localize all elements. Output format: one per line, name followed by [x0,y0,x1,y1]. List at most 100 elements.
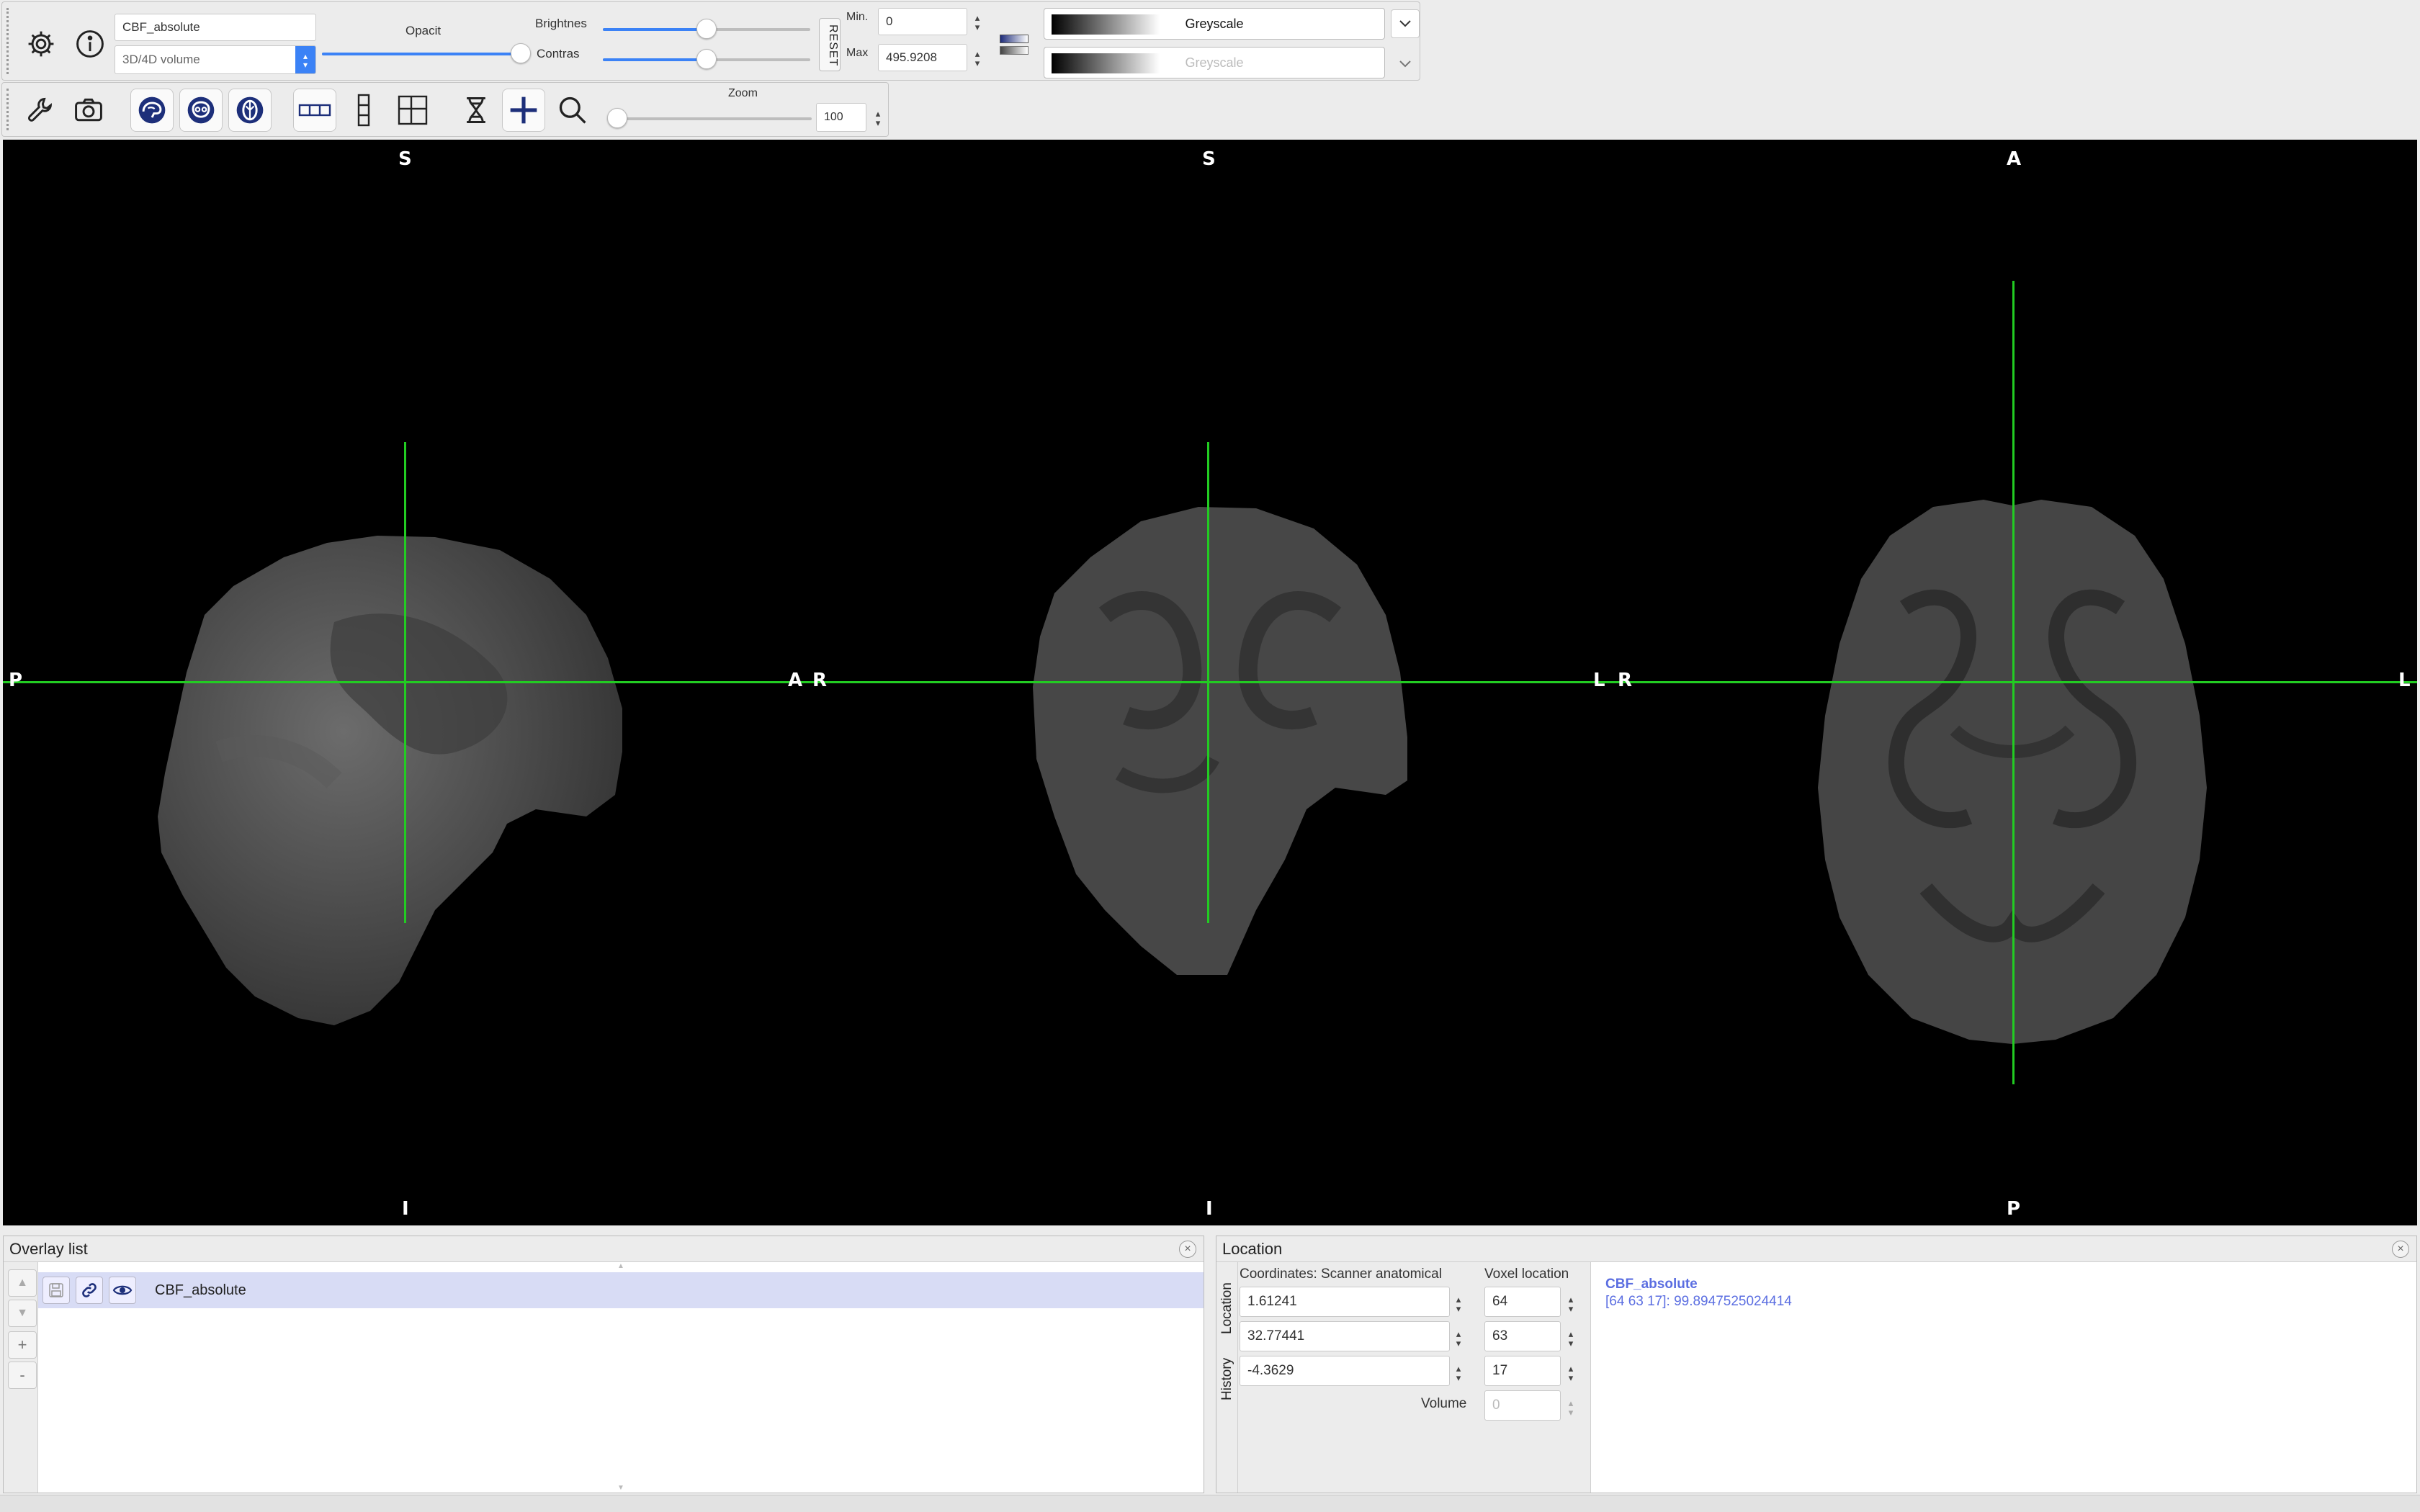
contrast-slider-knob[interactable] [696,49,717,69]
colormap-primary-dropdown[interactable] [1391,9,1420,38]
axial-left-label: R [1618,670,1633,691]
opacity-slider-knob[interactable] [511,43,531,63]
coord-x-stepper[interactable]: ▴ ▾ [1451,1290,1466,1318]
colormap-primary-select[interactable]: Greyscale [1044,8,1385,40]
remove-overlay-button[interactable]: - [8,1362,37,1389]
colormap-secondary-select[interactable]: Greyscale [1044,47,1385,78]
coronal-top-label: S [1202,148,1216,170]
location-tab[interactable]: Location [1219,1282,1235,1334]
zoom-stepper[interactable]: ▴ ▾ [871,104,885,132]
coord-y-text: 32.77441 [1247,1328,1305,1344]
axial-right-label: L [2398,670,2411,691]
zoom-slider[interactable] [607,108,812,128]
volume-type-select[interactable]: 3D/4D volume ▴ ▾ [115,45,316,74]
zoom-slider-knob[interactable] [607,108,627,128]
opacity-label: Opacit [405,24,442,37]
overlay-name-field[interactable]: CBF_absolute [115,14,316,41]
coord-y-field[interactable]: 32.77441 [1240,1321,1450,1351]
info-button[interactable] [68,22,112,66]
info-voxel-value: [64 63 17]: 99.8947525024414 [1605,1294,1792,1309]
ortho-canvas[interactable]: S I P A S I R L A P R L [3,140,2417,1225]
layout-grid-button[interactable] [391,89,434,132]
coord-x-text: 1.61241 [1247,1294,1297,1309]
history-tab[interactable]: History [1219,1358,1235,1400]
toolbar-grip[interactable] [6,89,11,130]
close-icon: × [1184,1243,1191,1255]
visibility-toggle-button[interactable] [109,1277,136,1304]
toggle-cursor-button[interactable] [502,89,545,132]
brightness-label: Brightnes [535,17,587,30]
crosshair-plus-icon [510,96,537,124]
plus-icon: + [17,1336,27,1354]
minus-icon: - [19,1366,25,1384]
opacity-slider-fill [322,53,521,55]
axial-vertical-crosshair [2012,281,2015,1084]
overlay-display-toolbar: CBF_absolute 3D/4D volume ▴ ▾ Opacit Brig… [1,1,1420,81]
location-close-button[interactable]: × [2392,1241,2409,1258]
min-value-stepper[interactable]: ▴ ▾ [970,9,985,35]
layout-horizontal-button[interactable] [293,89,336,132]
eye-icon [112,1285,133,1295]
voxel-y-field[interactable]: 63 [1484,1321,1561,1351]
add-overlay-button[interactable]: + [8,1331,37,1359]
coord-z-stepper[interactable]: ▴ ▾ [1451,1359,1466,1387]
overlay-list-close-button[interactable]: × [1179,1241,1196,1258]
opacity-slider[interactable] [322,43,531,63]
close-icon: × [2397,1243,2404,1255]
toggle-sagittal-button[interactable] [130,89,174,132]
reset-button[interactable]: RESET [819,18,841,71]
coord-z-field[interactable]: -4.3629 [1240,1356,1450,1386]
screenshot-button[interactable] [67,89,110,132]
voxel-x-field[interactable]: 64 [1484,1287,1561,1317]
coord-z-text: -4.3629 [1247,1363,1294,1378]
toggle-axial-button[interactable] [228,89,272,132]
voxel-z-field[interactable]: 17 [1484,1356,1561,1386]
movie-mode-button[interactable] [454,89,498,132]
colormap-toggle-icon-2 [1000,46,1028,55]
settings-button[interactable] [19,22,63,66]
move-down-button[interactable]: ▼ [8,1300,37,1327]
voxel-x-text: 64 [1492,1294,1508,1309]
reset-label: RESET [827,24,839,67]
axial-top-label: A [2007,148,2022,170]
sagittal-top-label: S [398,148,412,170]
voxel-z-stepper[interactable]: ▴ ▾ [1564,1359,1578,1387]
sagittal-brain-slice [158,536,622,1025]
move-up-button[interactable]: ▲ [8,1269,37,1297]
link-overlay-button[interactable] [76,1277,103,1304]
voxel-y-stepper[interactable]: ▴ ▾ [1564,1324,1578,1353]
overlay-list-row[interactable]: CBF_absolute [38,1272,1204,1308]
view-settings-button[interactable] [19,89,63,132]
coronal-right-label: L [1593,670,1605,691]
sagittal-brain-icon [138,96,166,124]
max-value-text: 495.9208 [886,50,937,64]
save-overlay-button[interactable] [42,1277,70,1304]
toggle-coronal-button[interactable] [179,89,223,132]
voxel-x-stepper[interactable]: ▴ ▾ [1564,1290,1578,1318]
sagittal-right-label: A [788,670,803,691]
zoom-value-field[interactable]: 100 [816,103,866,132]
volume-value-text: 0 [1492,1398,1500,1413]
coronal-brain-slice [1033,507,1407,975]
colormap-secondary-dropdown[interactable] [1391,50,1420,78]
zoom-button[interactable] [551,89,594,132]
brightness-slider[interactable] [603,19,810,39]
toolbar-grip[interactable] [6,8,11,74]
min-value-field[interactable]: 0 [878,8,967,35]
max-value-field[interactable]: 495.9208 [878,44,967,71]
max-value-stepper[interactable]: ▴ ▾ [970,45,985,71]
layout-vertical-button[interactable] [342,89,385,132]
location-title-bar: Location [1216,1236,2416,1262]
coord-x-field[interactable]: 1.61241 [1240,1287,1450,1317]
overlay-list-title-bar: Overlay list [4,1236,1204,1262]
sagittal-bottom-label: I [402,1198,409,1220]
volume-stepper[interactable]: ▴ ▾ [1564,1393,1578,1422]
overlay-list-scroll-down[interactable]: ▼ [38,1484,1204,1493]
invert-colormap-button[interactable] [996,28,1032,61]
volume-field[interactable]: 0 [1484,1390,1561,1421]
coronal-left-label: R [812,670,828,691]
brightness-slider-knob[interactable] [696,19,717,39]
contrast-slider[interactable] [603,49,810,69]
overlay-list-scroll-up[interactable]: ▲ [38,1262,1204,1271]
coord-y-stepper[interactable]: ▴ ▾ [1451,1324,1466,1353]
